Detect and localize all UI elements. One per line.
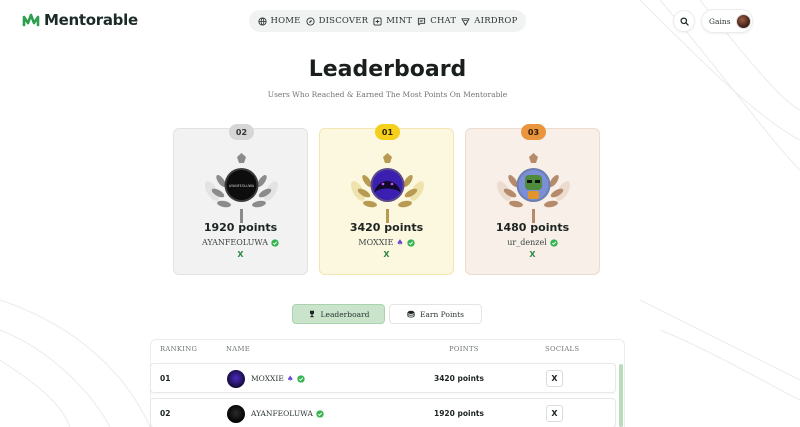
- x-social-button[interactable]: X: [546, 405, 563, 422]
- laurel-emblem-icon: [351, 153, 424, 223]
- column-header-ranking: RANKING: [160, 345, 198, 353]
- card-username-text: MOXXIE: [358, 238, 394, 247]
- card-username[interactable]: AYANFEOLUWA: [174, 238, 307, 247]
- podium-card-second[interactable]: 02 AYANFEOLUWA 1920 points AYANFEOLUWA X: [173, 124, 308, 275]
- row-name-text: AYANFEOLUWA: [251, 409, 313, 418]
- card-points: 3420 points: [349, 221, 424, 234]
- row-name[interactable]: MOXXIE ♠: [251, 374, 305, 383]
- top-navbar: Mentorable HOME DISCOVER MINT CHAT AIRDR…: [0, 0, 800, 42]
- rank-badge: 03: [521, 124, 546, 140]
- spade-icon: ♠: [286, 374, 294, 383]
- chat-icon: [418, 17, 426, 25]
- avatar: [735, 13, 751, 29]
- card-username[interactable]: MOXXIE ♠: [320, 238, 453, 247]
- row-name-text: MOXXIE: [251, 374, 284, 383]
- avatar: [227, 370, 245, 388]
- nav-label-chat: CHAT: [430, 16, 457, 26]
- podium-card-first[interactable]: 01 3420 points MOXXIE ♠ X: [319, 124, 454, 275]
- table-row[interactable]: 01 MOXXIE ♠ 3420 points X: [150, 363, 616, 393]
- rank-badge: 01: [375, 124, 400, 140]
- verified-check-icon: [406, 238, 415, 247]
- nav-item-airdrop[interactable]: AIRDROP: [461, 16, 517, 26]
- nav-label-home: HOME: [270, 16, 301, 26]
- table-scrollbar[interactable]: [619, 364, 623, 427]
- verified-check-icon: [550, 238, 558, 247]
- rank-badge: 02: [229, 124, 254, 140]
- compass-icon: [306, 16, 315, 26]
- main-nav: HOME DISCOVER MINT CHAT AIRDROP: [249, 10, 526, 32]
- page-title: Leaderboard: [308, 57, 467, 82]
- row-name[interactable]: AYANFEOLUWA: [251, 409, 324, 418]
- search-button[interactable]: [673, 10, 695, 32]
- tab-leaderboard[interactable]: Leaderboard: [292, 304, 385, 324]
- airdrop-icon: [461, 17, 470, 26]
- page-subtitle: Users Who Reached & Earned The Most Poin…: [267, 90, 508, 99]
- plus-square-icon: [373, 16, 382, 26]
- tab-earn-points[interactable]: Earn Points: [389, 304, 482, 324]
- row-rank: 02: [160, 409, 171, 418]
- column-header-socials: SOCIALS: [545, 345, 580, 353]
- svg-text:AYANFEOLUWA: AYANFEOLUWA: [229, 184, 255, 188]
- globe-icon: [257, 16, 267, 26]
- column-header-points: POINTS: [449, 345, 479, 353]
- tab-label: Leaderboard: [320, 309, 370, 319]
- x-social-icon[interactable]: X: [466, 250, 599, 259]
- coins-icon: [407, 310, 415, 318]
- verified-check-icon: [296, 374, 305, 383]
- nav-item-discover[interactable]: DISCOVER: [306, 16, 369, 26]
- avatar: [227, 405, 245, 423]
- card-points: 1480 points: [495, 221, 570, 234]
- search-icon: [679, 16, 689, 26]
- tab-label: Earn Points: [419, 309, 465, 319]
- card-username-text: ur_denzel: [507, 238, 547, 247]
- mentorable-logo-icon: [22, 13, 40, 27]
- nav-label-mint: MINT: [386, 16, 413, 26]
- nav-item-mint[interactable]: MINT: [373, 16, 412, 26]
- x-social-button[interactable]: X: [546, 370, 563, 387]
- column-header-name: NAME: [226, 345, 250, 353]
- laurel-emblem-icon: [497, 153, 570, 223]
- profile-menu[interactable]: Gains: [701, 9, 753, 33]
- profile-name: Gains: [709, 16, 731, 26]
- table-row[interactable]: 02 AYANFEOLUWA 1920 points X: [150, 398, 616, 427]
- nav-item-home[interactable]: HOME: [257, 16, 301, 26]
- nav-label-airdrop: AIRDROP: [474, 16, 518, 26]
- brand-name: Mentorable: [44, 11, 138, 29]
- spade-icon: ♠: [396, 238, 404, 247]
- nav-label-discover: DISCOVER: [318, 16, 369, 26]
- nav-item-chat[interactable]: CHAT: [417, 16, 456, 26]
- trophy-icon: [309, 310, 314, 318]
- row-points: 3420 points: [434, 374, 484, 383]
- verified-check-icon: [316, 409, 324, 418]
- x-social-icon[interactable]: X: [320, 250, 453, 259]
- card-points: 1920 points: [203, 221, 278, 234]
- verified-check-icon: [271, 238, 279, 247]
- row-rank: 01: [160, 374, 171, 383]
- x-social-icon[interactable]: X: [174, 250, 307, 259]
- card-username[interactable]: ur_denzel: [466, 238, 599, 247]
- laurel-emblem-icon: AYANFEOLUWA: [205, 153, 278, 223]
- card-username-text: AYANFEOLUWA: [201, 238, 269, 247]
- podium-card-third[interactable]: 03 1480 points ur_denzel X: [465, 124, 600, 275]
- row-points: 1920 points: [434, 409, 484, 418]
- brand-logo[interactable]: Mentorable: [22, 11, 138, 29]
